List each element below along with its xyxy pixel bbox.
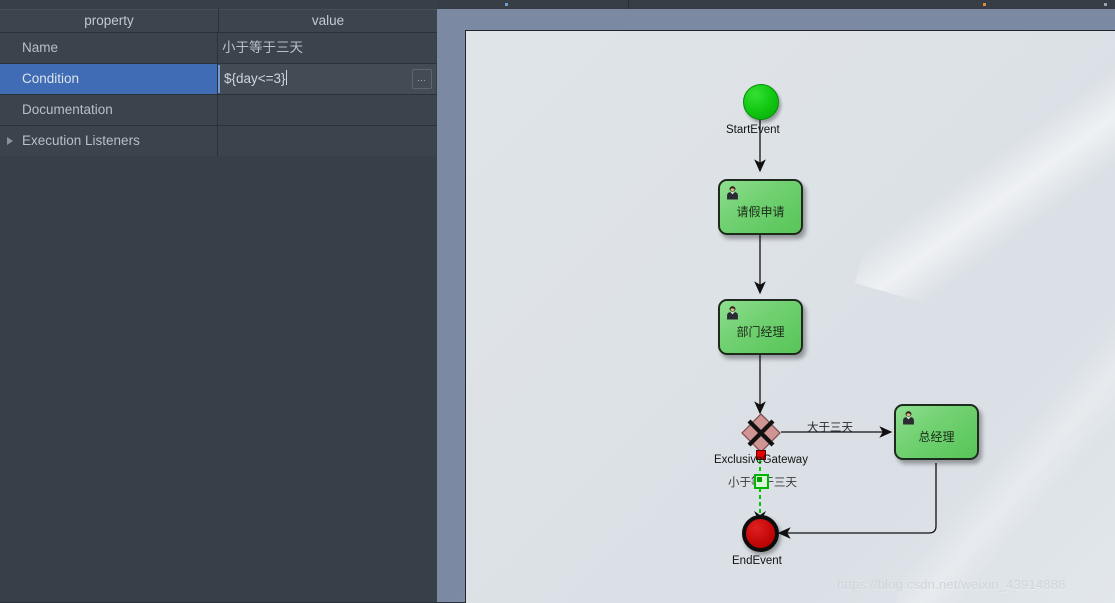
properties-table: property value Name 小于等于三天 Condition ${d… bbox=[0, 9, 437, 157]
condition-input-text: ${day<=3} bbox=[224, 71, 286, 86]
properties-panel: property value Name 小于等于三天 Condition ${d… bbox=[0, 0, 437, 602]
condition-input[interactable]: ${day<=3} bbox=[218, 65, 412, 93]
property-execution-listeners-text: Execution Listeners bbox=[22, 133, 140, 148]
properties-panel-empty-area bbox=[0, 156, 437, 602]
watermark-text: https://blog.csdn.net/weixin_43914888 bbox=[837, 577, 1066, 592]
user-task-label: 总经理 bbox=[918, 430, 955, 444]
chevron-right-icon[interactable] bbox=[7, 137, 13, 145]
table-row[interactable]: Name 小于等于三天 bbox=[0, 33, 437, 64]
table-row-selected[interactable]: Condition ${day<=3} … bbox=[0, 64, 437, 95]
condition-editor[interactable]: ${day<=3} … bbox=[218, 64, 436, 94]
exclusive-gateway-label: ExclusiveGateway bbox=[714, 454, 808, 466]
property-documentation-value[interactable] bbox=[218, 95, 436, 125]
bpmn-diagram-canvas[interactable]: StartEvent 请假申请 部门经理 ExclusiveGateway 大于… bbox=[465, 30, 1115, 603]
exclusive-gateway-node[interactable] bbox=[740, 412, 781, 453]
property-condition-label: Condition bbox=[0, 64, 218, 94]
start-event-label: StartEvent bbox=[726, 124, 780, 136]
user-task-label: 请假申请 bbox=[736, 205, 785, 219]
text-caret bbox=[285, 70, 287, 85]
user-icon bbox=[727, 306, 738, 320]
tab-dirty-dot-icon bbox=[1104, 3, 1107, 6]
property-documentation-label: Documentation bbox=[0, 95, 218, 125]
property-execution-listeners-value[interactable] bbox=[218, 126, 436, 156]
sequence-flow-task3-to-end[interactable] bbox=[777, 463, 937, 539]
user-icon bbox=[903, 411, 914, 425]
property-condition-value-cell[interactable]: ${day<=3} … bbox=[218, 64, 436, 94]
start-event-node[interactable] bbox=[743, 84, 779, 120]
sequence-flow-label-greater-than-three-days[interactable]: 大于三天 bbox=[807, 419, 853, 435]
table-row[interactable]: Execution Listeners bbox=[0, 126, 437, 157]
user-task-node-leave-application[interactable]: 请假申请 bbox=[718, 179, 803, 235]
user-task-node-department-manager[interactable]: 部门经理 bbox=[718, 299, 803, 355]
column-header-property[interactable]: property bbox=[0, 9, 219, 32]
selected-flow-midpoint-handle[interactable] bbox=[754, 474, 769, 489]
user-icon bbox=[727, 186, 738, 200]
condition-browse-button[interactable]: … bbox=[412, 69, 432, 89]
end-event-label: EndEvent bbox=[732, 555, 782, 567]
property-execution-listeners-label[interactable]: Execution Listeners bbox=[0, 126, 218, 156]
table-header-row: property value bbox=[0, 9, 437, 33]
property-name-label: Name bbox=[0, 33, 218, 63]
tab-dirty-dot-icon bbox=[983, 3, 986, 6]
property-name-value[interactable]: 小于等于三天 bbox=[218, 33, 436, 63]
tab-divider bbox=[627, 0, 629, 9]
end-event-node[interactable] bbox=[742, 515, 779, 552]
table-row[interactable]: Documentation bbox=[0, 95, 437, 126]
user-task-label: 部门经理 bbox=[736, 325, 785, 339]
tab-dirty-dot-icon bbox=[505, 3, 508, 6]
exclusive-gateway-icon bbox=[741, 413, 781, 453]
column-header-value[interactable]: value bbox=[219, 9, 437, 32]
user-task-node-general-manager[interactable]: 总经理 bbox=[894, 404, 979, 460]
